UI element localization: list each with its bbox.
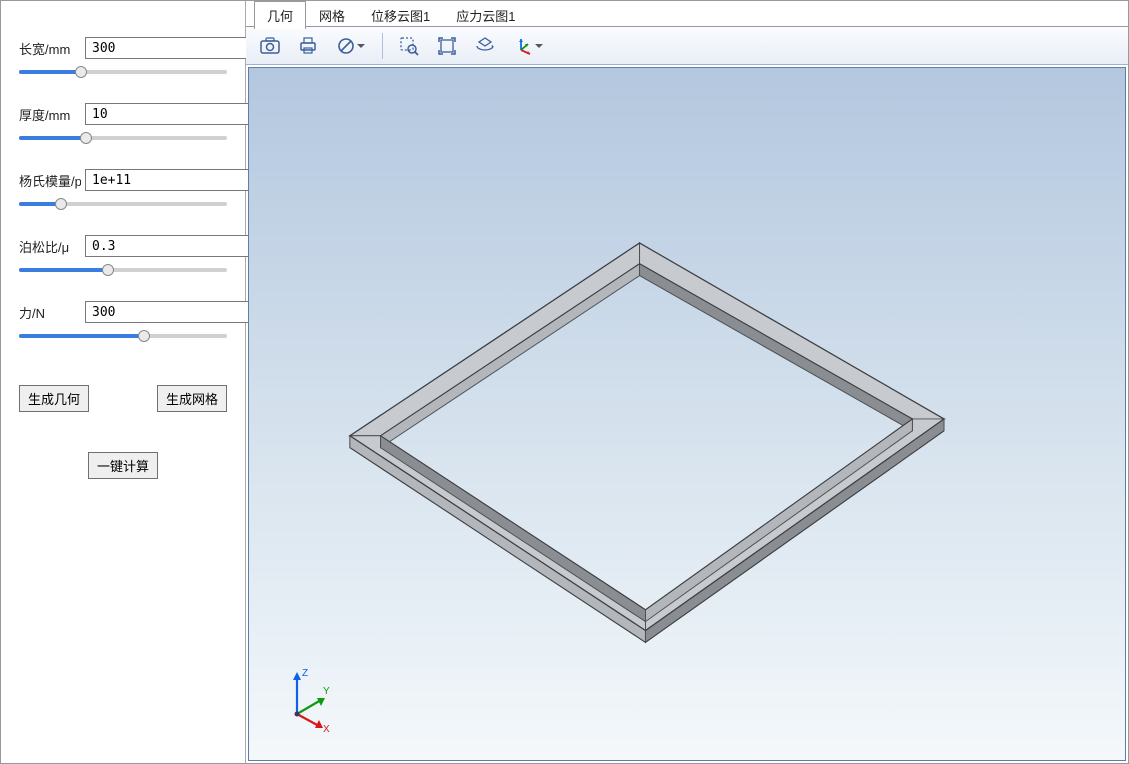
param-poisson-ratio: 泊松比/μ (19, 235, 227, 277)
param-length-width: 长宽/mm (19, 37, 227, 79)
thickness-input[interactable] (85, 103, 268, 125)
camera-icon[interactable] (254, 31, 286, 61)
chevron-down-icon (357, 44, 365, 48)
generate-mesh-button[interactable]: 生成网格 (157, 385, 227, 412)
generate-geometry-button[interactable]: 生成几何 (19, 385, 89, 412)
noentry-dropdown[interactable] (330, 31, 372, 61)
svg-text:Z: Z (302, 668, 308, 679)
fit-screen-icon[interactable] (431, 31, 463, 61)
poisson-ratio-slider[interactable] (19, 263, 227, 277)
thickness-label: 厚度/mm (19, 105, 81, 124)
viewport-toolbar (246, 27, 1128, 65)
tab-mesh[interactable]: 网格 (306, 1, 358, 29)
print-icon[interactable] (292, 31, 324, 61)
thickness-slider[interactable] (19, 131, 227, 145)
parameter-panel: 长宽/mm 厚度/mm 杨氏模量/po (1, 1, 246, 763)
axes-orientation-dropdown[interactable] (507, 31, 549, 61)
result-tabstrip: 几何 网格 位移云图1 应力云图1 (246, 1, 1128, 27)
poisson-ratio-label: 泊松比/μ (19, 237, 81, 256)
youngs-modulus-label: 杨氏模量/po (19, 171, 81, 190)
length-width-slider[interactable] (19, 65, 227, 79)
rotate3d-icon[interactable] (469, 31, 501, 61)
orientation-triad: Z Y X (277, 662, 347, 732)
force-label: 力/N (19, 303, 81, 322)
tab-stress-contour[interactable]: 应力云图1 (443, 1, 528, 29)
tab-geometry[interactable]: 几何 (254, 1, 306, 29)
zoom-select-icon[interactable] (393, 31, 425, 61)
length-width-label: 长宽/mm (19, 39, 81, 58)
toolbar-separator (382, 33, 383, 59)
param-thickness: 厚度/mm (19, 103, 227, 145)
force-input[interactable] (85, 301, 268, 323)
3d-viewport[interactable]: .face-top { fill:#c7cbcf; stroke:#4c5053… (248, 67, 1126, 761)
svg-text:Y: Y (323, 686, 330, 697)
chevron-down-icon (535, 44, 543, 48)
force-slider[interactable] (19, 329, 227, 343)
compute-button[interactable]: 一键计算 (88, 452, 158, 479)
tab-displacement-contour[interactable]: 位移云图1 (358, 1, 443, 29)
length-width-input[interactable] (85, 37, 268, 59)
youngs-modulus-input[interactable] (85, 169, 268, 191)
param-youngs-modulus: 杨氏模量/po (19, 169, 227, 211)
right-panel: 几何 网格 位移云图1 应力云图1 (246, 1, 1128, 763)
svg-text:X: X (323, 724, 330, 732)
param-force: 力/N (19, 301, 227, 343)
geometry-render: .face-top { fill:#c7cbcf; stroke:#4c5053… (249, 68, 1125, 760)
youngs-modulus-slider[interactable] (19, 197, 227, 211)
poisson-ratio-input[interactable] (85, 235, 268, 257)
